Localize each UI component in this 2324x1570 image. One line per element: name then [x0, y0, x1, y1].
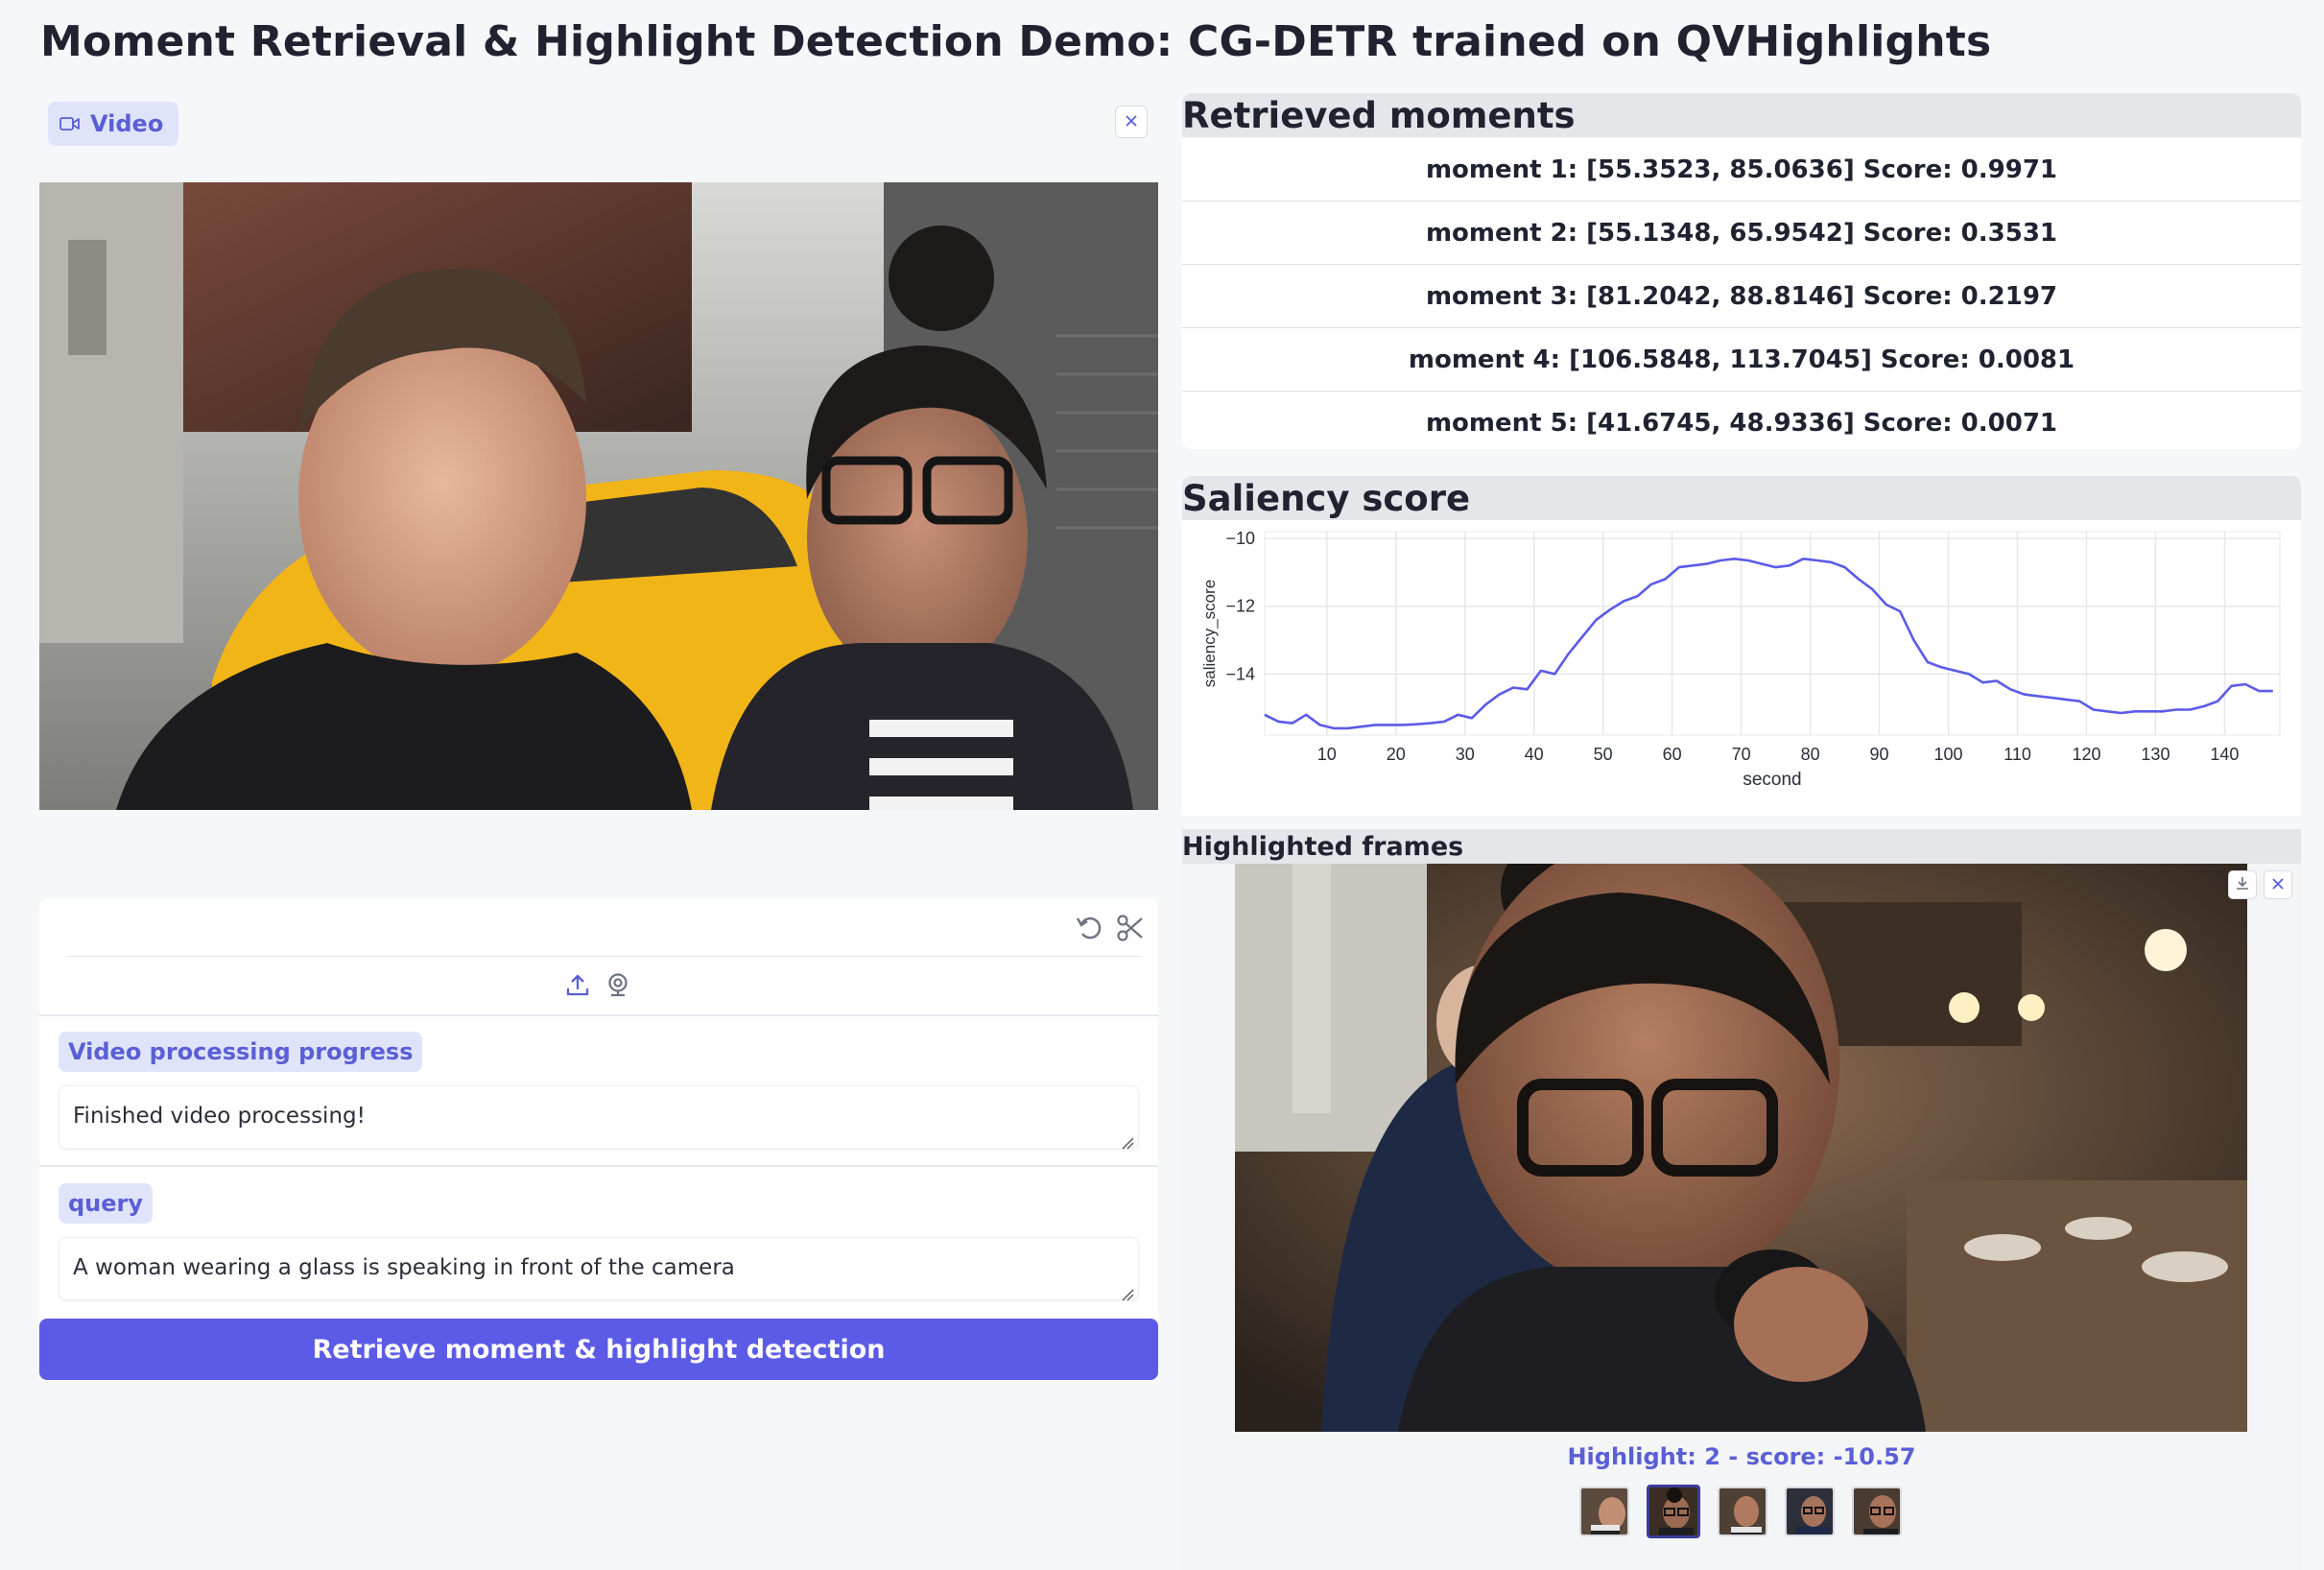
- moment-row: moment 1: [55.3523, 85.0636] Score: 0.99…: [1182, 138, 2301, 202]
- highlight-main-frame[interactable]: [1235, 864, 2247, 1432]
- progress-textbox[interactable]: Finished video processing!: [59, 1085, 1139, 1150]
- thumbnail[interactable]: [1579, 1487, 1629, 1536]
- retrieve-button[interactable]: Retrieve moment & highlight detection: [39, 1319, 1158, 1380]
- trim-button[interactable]: [1113, 913, 1148, 947]
- moment-row: moment 5: [41.6745, 48.9336] Score: 0.00…: [1425, 409, 2058, 438]
- progress-value: Finished video processing!: [73, 1104, 366, 1129]
- query-input[interactable]: A woman wearing a glass is speaking in f…: [59, 1237, 1139, 1301]
- x-tick-label: 30: [1456, 745, 1475, 764]
- download-button[interactable]: [2228, 870, 2257, 899]
- thumbnail-selected[interactable]: [1647, 1485, 1700, 1538]
- x-axis-label: second: [1743, 770, 1801, 790]
- video-input-label-text: Video: [90, 110, 164, 137]
- x-tick-label: 50: [1594, 745, 1613, 764]
- x-tick-label: 110: [2004, 745, 2031, 764]
- undo-icon: [1074, 913, 1104, 947]
- x-tick-label: 20: [1387, 745, 1406, 764]
- scissors-icon: [1116, 914, 1145, 946]
- moments-header: Retrieved moments: [1182, 93, 2301, 137]
- moment-row: moment 3: [81.2042, 88.8146] Score: 0.21…: [1182, 265, 2301, 328]
- moment-row: moment 2: [55.1348, 65.9542] Score: 0.35…: [1182, 202, 2301, 265]
- resize-grip-icon[interactable]: [1121, 1282, 1134, 1301]
- y-tick-label: −14: [1225, 664, 1255, 683]
- query-value: A woman wearing a glass is speaking in f…: [73, 1255, 735, 1280]
- editor-toolbar: [67, 907, 1142, 957]
- video-player[interactable]: [39, 182, 1158, 810]
- highlights-header: Highlighted frames: [1182, 829, 2301, 864]
- x-tick-label: 60: [1663, 745, 1682, 764]
- x-tick-label: 130: [2141, 745, 2170, 764]
- query-label: query: [59, 1183, 154, 1224]
- x-tick-label: 120: [2072, 745, 2100, 764]
- progress-label: Video processing progress: [59, 1032, 423, 1072]
- y-axis-label: saliency_score: [1200, 580, 1219, 687]
- moment-row: moment 4: [106.5848, 113.7045] Score: 0.…: [1182, 328, 2301, 392]
- close-icon: [1125, 113, 1138, 131]
- x-tick-label: 140: [2210, 745, 2239, 764]
- y-tick-label: −12: [1225, 597, 1255, 616]
- thumbnail-strip: [1579, 1485, 1902, 1538]
- moments-table: moment 1: [55.3523, 85.0636] Score: 0.99…: [1182, 138, 2301, 449]
- x-tick-label: 80: [1801, 745, 1820, 764]
- gallery-close-button[interactable]: [2264, 870, 2292, 899]
- video-input-label: Video: [48, 102, 179, 146]
- thumbnail[interactable]: [1785, 1487, 1835, 1536]
- saliency-header: Saliency score: [1182, 476, 2301, 520]
- x-tick-label: 40: [1525, 745, 1544, 764]
- x-tick-label: 70: [1732, 745, 1751, 764]
- thumbnail[interactable]: [1718, 1487, 1767, 1536]
- video-camera-icon: [59, 110, 81, 137]
- video-close-button[interactable]: [1115, 106, 1148, 138]
- webcam-icon: [605, 972, 630, 1001]
- thumbnail[interactable]: [1852, 1487, 1902, 1536]
- saliency-chart: 10 20 30 40 50 60 70 80 90 100 110 120 130 140 −10 −12 −…: [1182, 520, 2301, 816]
- saliency-chart-svg: 10 20 30 40 50 60 70 80 90 100 110 120 130 140 −10 −12 −…: [1200, 529, 2281, 790]
- highlight-caption: Highlight: 2 - score: -10.57: [1567, 1443, 1916, 1470]
- x-tick-label: 90: [1870, 745, 1889, 764]
- download-icon: [2235, 875, 2250, 894]
- resize-grip-icon[interactable]: [1121, 1130, 1134, 1150]
- upload-button[interactable]: [562, 971, 593, 1002]
- divider: [39, 1014, 1158, 1016]
- undo-button[interactable]: [1072, 913, 1106, 947]
- upload-icon: [565, 972, 590, 1001]
- page-title: Moment Retrieval & Highlight Detection D…: [40, 17, 1992, 66]
- close-icon: [2271, 876, 2285, 894]
- divider: [39, 1165, 1158, 1167]
- y-tick-label: −10: [1225, 529, 1255, 548]
- webcam-button[interactable]: [603, 971, 633, 1002]
- x-tick-label: 100: [1934, 745, 1963, 764]
- plot-area: [1264, 531, 2281, 736]
- x-tick-label: 10: [1317, 745, 1337, 764]
